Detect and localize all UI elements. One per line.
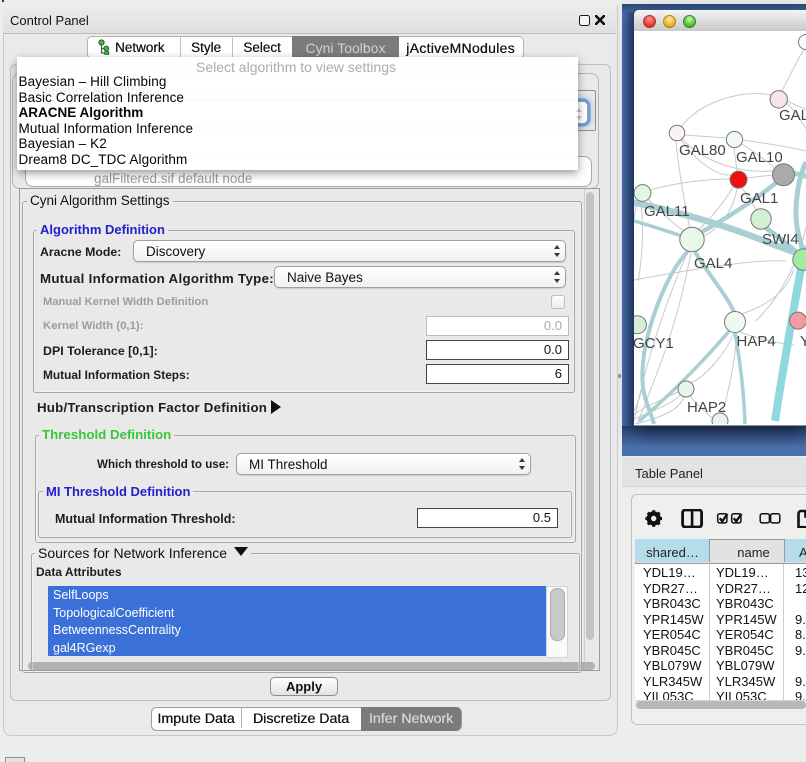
svg-text:GAL80: GAL80 xyxy=(679,142,726,159)
svg-text:GAL1: GAL1 xyxy=(740,190,778,207)
svg-text:GAL10: GAL10 xyxy=(736,149,783,166)
svg-text:Y: Y xyxy=(800,333,806,350)
svg-text:HAP2: HAP2 xyxy=(687,399,726,416)
svg-text:GCY1: GCY1 xyxy=(634,335,674,352)
svg-text:GAL11: GAL11 xyxy=(644,203,690,220)
svg-text:SWI4: SWI4 xyxy=(762,231,799,248)
svg-text:GAL4: GAL4 xyxy=(694,255,732,272)
svg-text:HAP4: HAP4 xyxy=(737,333,776,350)
svg-text:GAL: GAL xyxy=(779,107,806,124)
